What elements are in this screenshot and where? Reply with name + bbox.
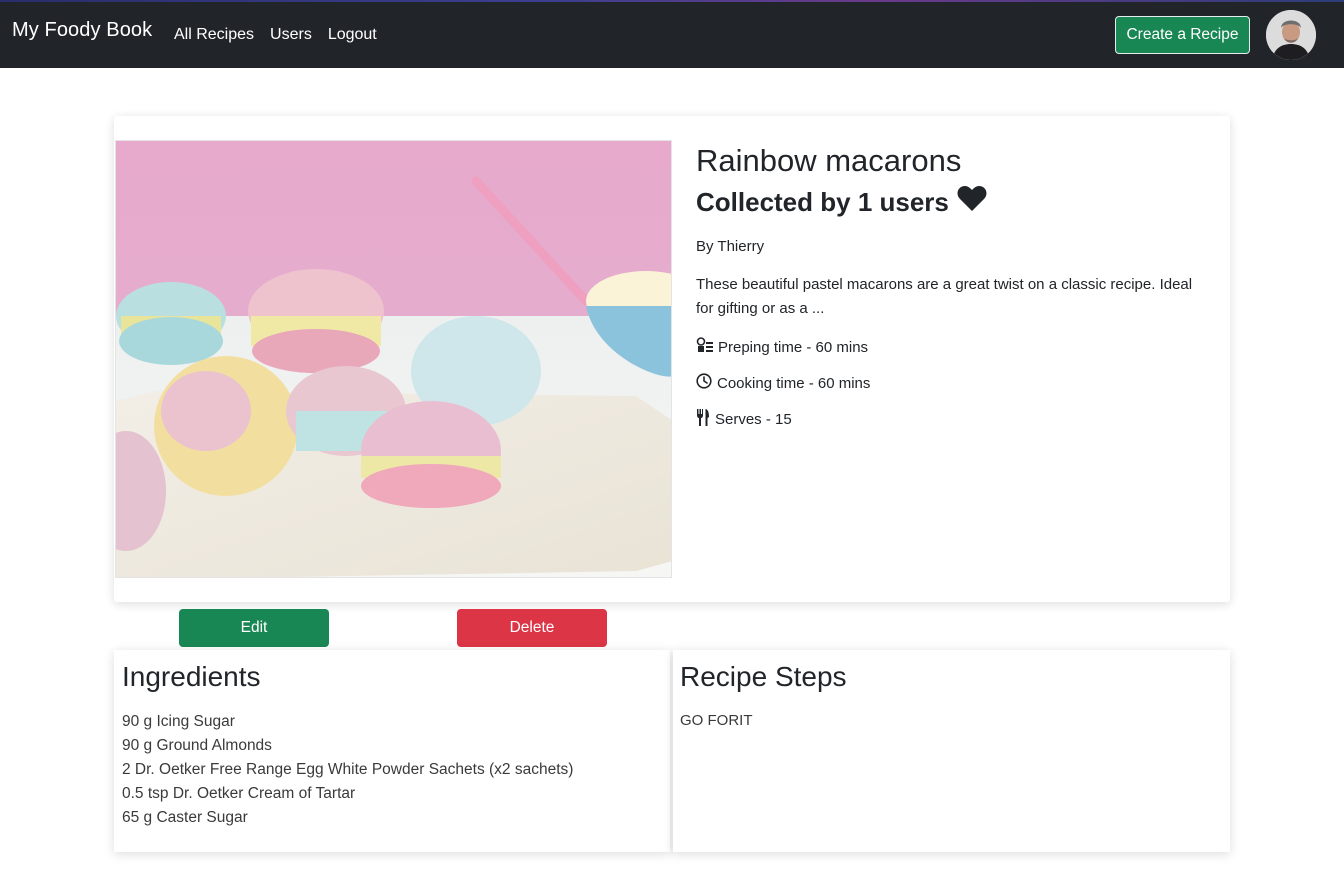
user-avatar[interactable]	[1266, 10, 1316, 60]
recipe-steps-text: GO FORIT	[680, 712, 753, 729]
ingredient-item: 0.5 tsp Dr. Oetker Cream of Tartar	[122, 785, 356, 802]
nav-link-logout[interactable]: Logout	[328, 26, 377, 44]
avatar-portrait-icon	[1266, 10, 1316, 60]
cook-time-label: Cooking time - 60 mins	[717, 374, 871, 392]
nav-links: All Recipes Users Logout	[174, 26, 377, 44]
ingredients-heading: Ingredients	[122, 661, 261, 692]
clock-icon	[696, 373, 712, 393]
recipe-title: Rainbow macarons	[696, 143, 962, 178]
ingredient-item: 90 g Icing Sugar	[122, 713, 235, 730]
recipe-steps-panel: Recipe Steps GO FORIT	[673, 650, 1230, 852]
serves: Serves - 15	[696, 409, 1206, 430]
prep-time: Preping time - 60 mins	[696, 337, 1206, 357]
ingredient-item: 2 Dr. Oetker Free Range Egg White Powder…	[122, 761, 574, 778]
ingredient-item: 65 g Caster Sugar	[122, 809, 248, 826]
recipe-steps-heading: Recipe Steps	[680, 661, 847, 692]
brand-link[interactable]: My Foody Book	[12, 19, 152, 42]
chef-prep-icon	[696, 337, 713, 357]
nav-link-users[interactable]: Users	[270, 26, 312, 44]
recipe-author: By Thierry	[696, 238, 765, 255]
ingredients-list: 90 g Icing Sugar 90 g Ground Almonds 2 D…	[122, 710, 670, 830]
cook-time: Cooking time - 60 mins	[696, 373, 1206, 393]
heart-icon[interactable]	[957, 185, 987, 219]
collected-count: Collected by 1 users	[696, 185, 1206, 219]
navbar-accent-line	[0, 0, 1344, 2]
delete-button[interactable]: Delete	[457, 609, 607, 647]
serves-label: Serves - 15	[715, 411, 792, 428]
create-recipe-button[interactable]: Create a Recipe	[1115, 16, 1250, 54]
ingredients-panel: Ingredients 90 g Icing Sugar 90 g Ground…	[114, 650, 670, 852]
recipe-info: Rainbow macarons Collected by 1 users By…	[696, 142, 1206, 430]
macarons-image	[116, 141, 671, 577]
collected-label: Collected by 1 users	[696, 187, 949, 217]
edit-button[interactable]: Edit	[179, 609, 329, 647]
nav-link-all-recipes[interactable]: All Recipes	[174, 26, 254, 44]
recipe-photo	[115, 140, 672, 578]
prep-time-label: Preping time - 60 mins	[718, 338, 869, 356]
top-navbar: My Foody Book All Recipes Users Logout C…	[0, 0, 1344, 68]
recipe-card: Rainbow macarons Collected by 1 users By…	[114, 116, 1230, 602]
utensils-icon	[696, 409, 710, 430]
recipe-description: These beautiful pastel macarons are a gr…	[696, 276, 1193, 317]
ingredient-item: 90 g Ground Almonds	[122, 737, 272, 754]
